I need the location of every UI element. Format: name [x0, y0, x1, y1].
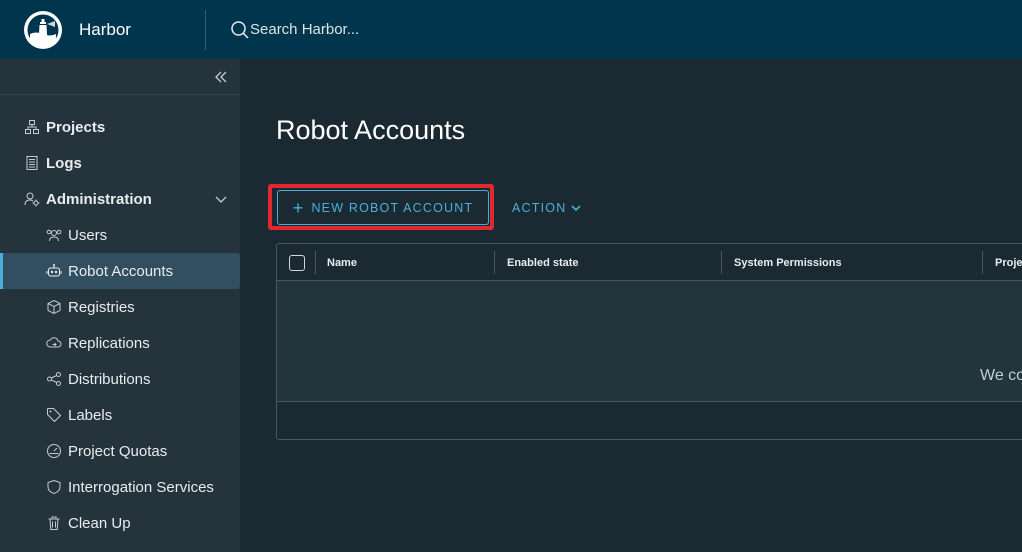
sidebar-item-label: Interrogation Services — [68, 478, 214, 496]
sidebar-item-distributions[interactable]: Distributions — [0, 361, 240, 397]
sidebar-item-users[interactable]: Users — [0, 217, 240, 253]
sidebar-item-label: Users — [68, 226, 108, 244]
brand-name: Harbor — [79, 19, 131, 39]
sidebar-item-replications[interactable]: Replications — [0, 325, 240, 361]
column-separator — [315, 251, 316, 274]
sidebar-item-label: Labels — [68, 406, 113, 424]
column-header-enabled-state[interactable]: Enabled state — [507, 244, 579, 281]
sidebar-item-label: Clean Up — [68, 514, 131, 532]
action-dropdown-button[interactable]: ACTION — [512, 190, 582, 225]
replications-icon — [46, 335, 62, 351]
collapse-sidebar-icon[interactable] — [214, 70, 228, 84]
search-icon — [231, 20, 249, 39]
robot-icon — [46, 263, 62, 279]
search-input[interactable] — [250, 21, 550, 38]
table-header: Name Enabled state System Permissions Pr… — [277, 244, 1022, 281]
quotas-icon — [46, 443, 62, 459]
collapse-row — [0, 59, 240, 95]
chevron-down-icon — [571, 204, 582, 211]
plus-icon: + — [292, 197, 305, 218]
column-header-projects[interactable]: Proje — [995, 244, 1022, 281]
main-content: Robot Accounts + NEW ROBOT ACCOUNT ACTIO… — [240, 59, 1022, 552]
action-label: ACTION — [512, 200, 567, 215]
sidebar-item-label: Administration — [46, 190, 152, 208]
users-icon — [46, 227, 62, 243]
empty-placeholder: We co — [980, 367, 1022, 384]
sidebar-item-label: Distributions — [68, 370, 151, 388]
search-bar — [230, 0, 550, 59]
administration-icon — [24, 191, 40, 207]
projects-icon — [24, 119, 40, 135]
labels-icon — [46, 407, 62, 423]
harbor-logo-icon — [24, 10, 62, 49]
sidebar-item-label: Projects — [46, 118, 106, 136]
table-footer — [277, 402, 1022, 439]
registries-icon — [46, 299, 62, 315]
sidebar-item-label: Replications — [68, 334, 150, 352]
shield-icon — [46, 479, 62, 495]
logs-icon — [24, 155, 40, 171]
robot-accounts-table: Name Enabled state System Permissions Pr… — [276, 243, 1022, 440]
column-header-name[interactable]: Name — [327, 244, 357, 281]
chevron-down-icon — [215, 196, 227, 203]
sidebar-item-project-quotas[interactable]: Project Quotas — [0, 433, 240, 469]
sidebar-item-labels[interactable]: Labels — [0, 397, 240, 433]
sidebar: Projects Logs Administration Users Robot… — [0, 59, 240, 552]
header-divider — [205, 9, 206, 50]
sidebar-item-label: Logs — [46, 154, 82, 172]
sidebar-item-label: Project Quotas — [68, 442, 168, 460]
sidebar-item-clean-up[interactable]: Clean Up — [0, 505, 240, 541]
column-separator — [982, 251, 983, 274]
sidebar-item-label: Robot Accounts — [68, 262, 174, 280]
trash-icon — [46, 515, 62, 531]
sidebar-nav: Projects Logs Administration Users Robot… — [0, 95, 240, 541]
page-title: Robot Accounts — [276, 115, 466, 145]
sidebar-item-projects[interactable]: Projects — [0, 109, 240, 145]
column-header-system-permissions[interactable]: System Permissions — [734, 244, 842, 281]
sidebar-item-logs[interactable]: Logs — [0, 145, 240, 181]
new-robot-account-button[interactable]: + NEW ROBOT ACCOUNT — [277, 190, 489, 225]
sidebar-item-robot-accounts[interactable]: Robot Accounts — [0, 253, 240, 289]
distributions-icon — [46, 371, 62, 387]
sidebar-item-administration[interactable]: Administration — [0, 181, 240, 217]
select-all-checkbox[interactable] — [289, 255, 305, 271]
sidebar-item-interrogation-services[interactable]: Interrogation Services — [0, 469, 240, 505]
column-separator — [721, 251, 722, 274]
top-header: Harbor — [0, 0, 1022, 59]
column-separator — [494, 251, 495, 274]
sidebar-item-registries[interactable]: Registries — [0, 289, 240, 325]
brand[interactable]: Harbor — [0, 0, 205, 59]
new-robot-account-label: NEW ROBOT ACCOUNT — [311, 200, 474, 215]
table-body: We co — [277, 281, 1022, 402]
sidebar-item-label: Registries — [68, 298, 135, 316]
